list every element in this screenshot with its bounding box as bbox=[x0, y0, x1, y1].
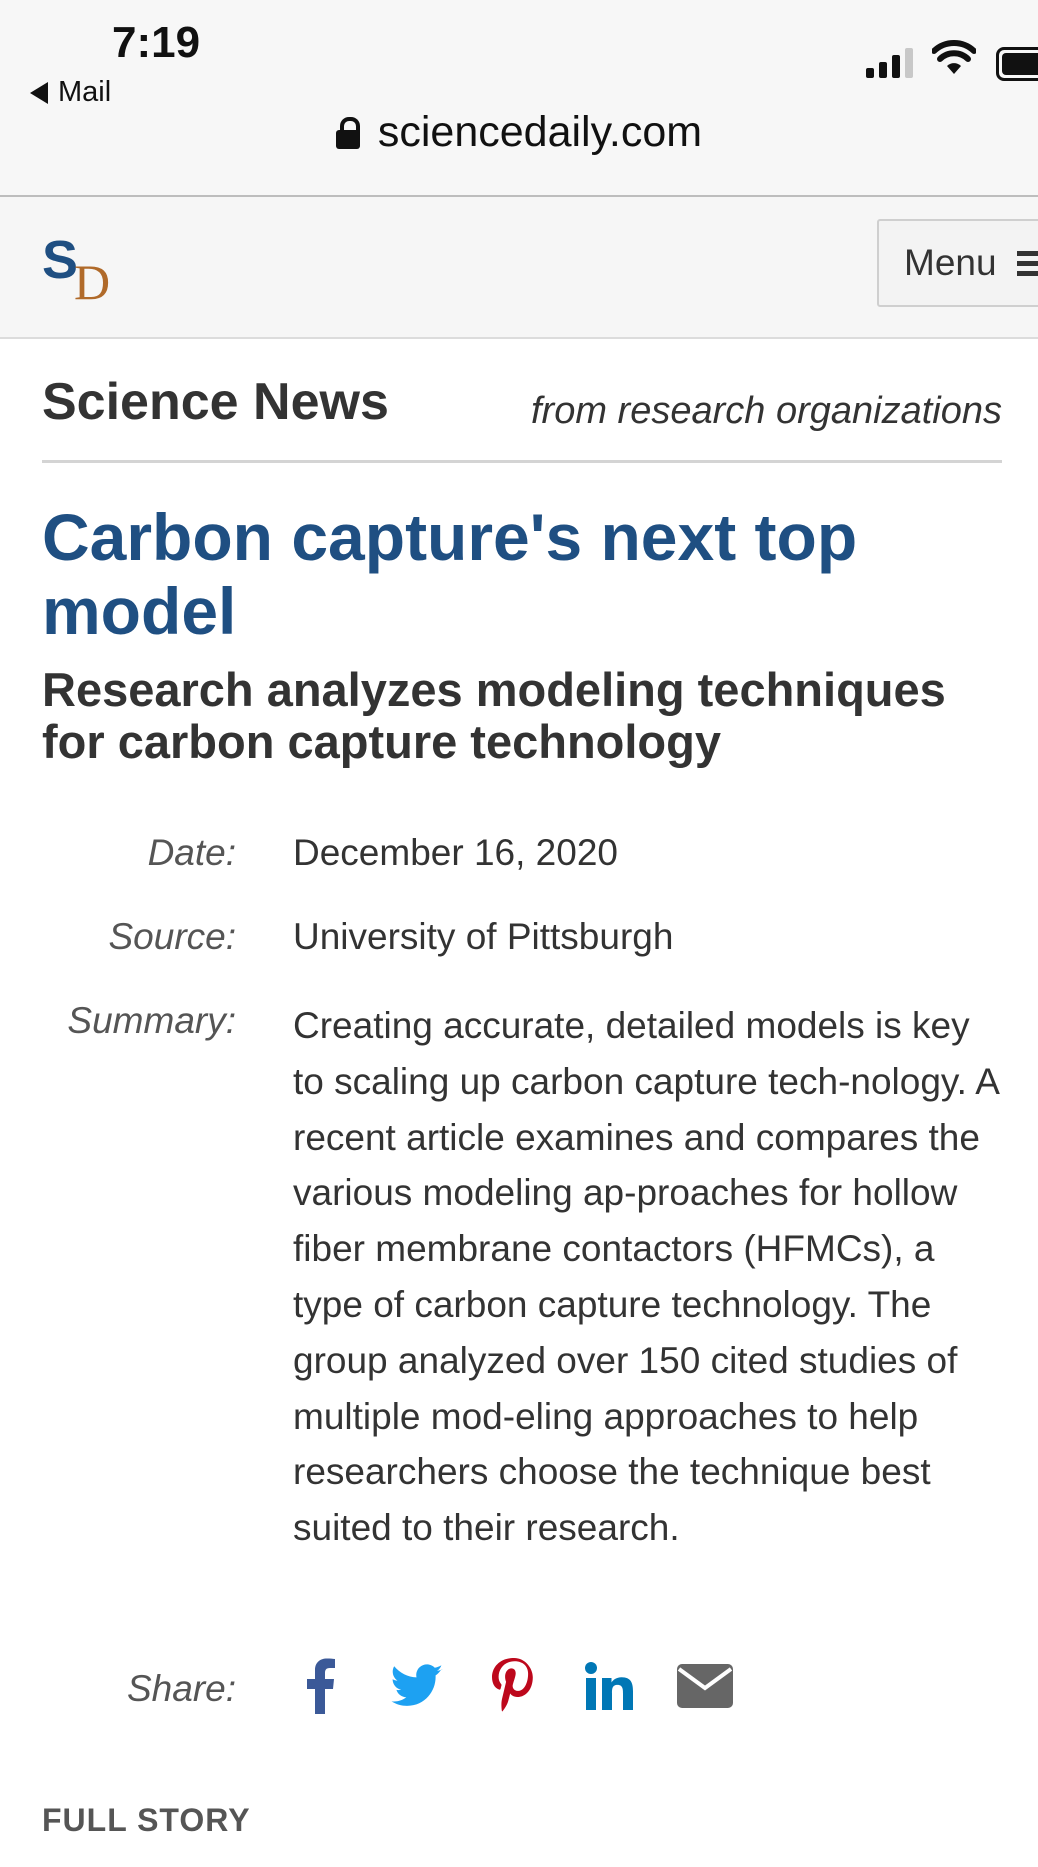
facebook-icon[interactable] bbox=[293, 1656, 349, 1716]
lock-icon bbox=[335, 116, 360, 149]
share-icons bbox=[293, 1656, 733, 1716]
back-label: Mail bbox=[58, 76, 112, 108]
email-icon[interactable] bbox=[677, 1656, 733, 1716]
full-story-heading: FULL STORY bbox=[42, 1802, 251, 1838]
url-text: sciencedaily.com bbox=[377, 108, 703, 156]
battery-icon bbox=[996, 47, 1038, 81]
hamburger-icon bbox=[1016, 250, 1038, 276]
sciencedaily-logo[interactable]: S D bbox=[42, 229, 122, 310]
wifi-icon bbox=[932, 40, 976, 74]
back-to-mail-button[interactable]: Mail bbox=[30, 76, 111, 109]
site-header: S D Menu bbox=[0, 197, 1038, 339]
article-headline: Carbon capture's next top model bbox=[42, 500, 858, 648]
date-label: Date: bbox=[147, 832, 236, 873]
status-bar: 7:19 Mail sciencedaily.com bbox=[0, 0, 1038, 197]
share-label: Share: bbox=[126, 1668, 236, 1709]
date-value: December 16, 2020 bbox=[293, 832, 618, 873]
section-title[interactable]: Science News bbox=[42, 372, 389, 432]
twitter-icon[interactable] bbox=[389, 1656, 445, 1716]
menu-label: Menu bbox=[904, 242, 997, 283]
source-value: University of Pittsburgh bbox=[293, 916, 674, 957]
logo-s: S bbox=[42, 230, 79, 290]
summary-label: Summary: bbox=[67, 1000, 236, 1041]
back-arrow-icon bbox=[30, 81, 48, 104]
section-header: Science News from research organizations bbox=[42, 368, 1002, 463]
section-subtitle: from research organizations bbox=[531, 390, 1002, 432]
cellular-signal-icon bbox=[866, 44, 913, 78]
linkedin-icon[interactable] bbox=[581, 1656, 637, 1716]
summary-text: Creating accurate, detailed models is ke… bbox=[293, 1005, 998, 1549]
clock: 7:19 bbox=[112, 18, 201, 67]
pinterest-icon[interactable] bbox=[485, 1656, 541, 1716]
source-label: Source: bbox=[108, 916, 236, 957]
logo-d: D bbox=[74, 254, 111, 310]
article-subhead: Research analyzes modeling techniques fo… bbox=[42, 663, 946, 768]
menu-button[interactable]: Menu bbox=[877, 219, 1038, 307]
address-bar[interactable]: sciencedaily.com bbox=[0, 108, 1038, 157]
